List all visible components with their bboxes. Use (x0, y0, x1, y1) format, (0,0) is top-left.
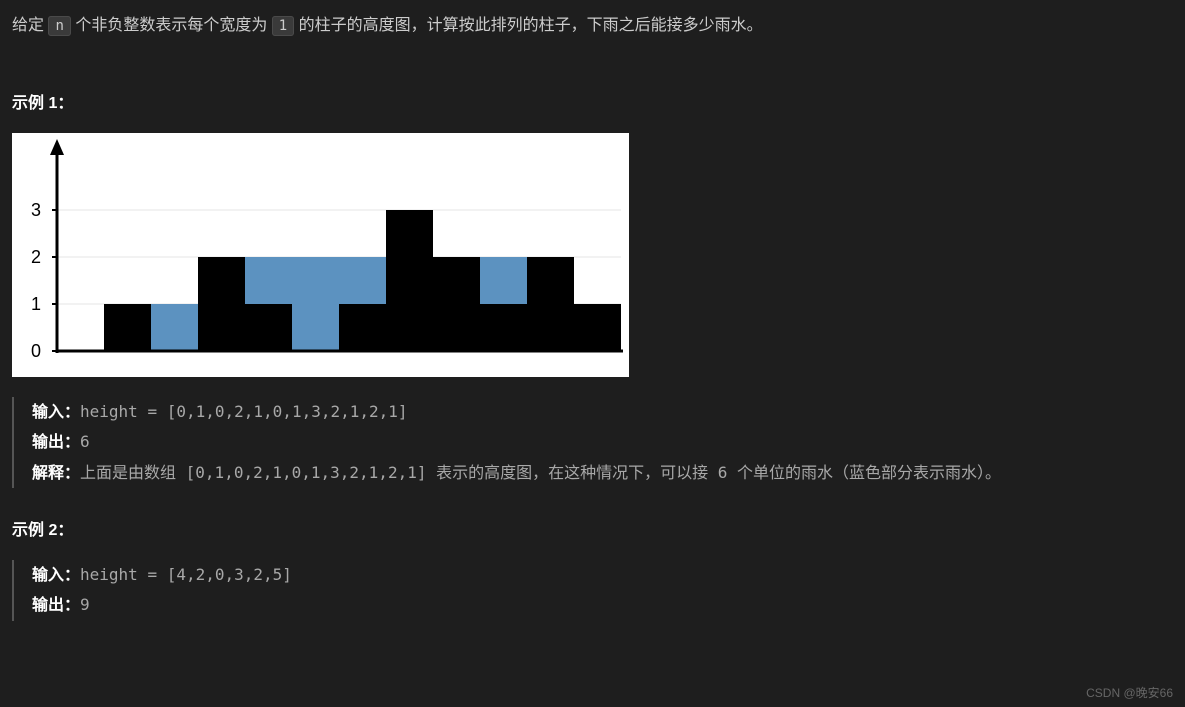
example-2: 示例 2： 输入：height = [4,2,0,3,2,5] 输出：9 (12, 516, 1173, 621)
rain-chart: 0 1 2 3 (12, 133, 629, 377)
bar-column (527, 257, 574, 351)
y-tick-label: 2 (31, 247, 41, 267)
output-value: 9 (80, 595, 90, 614)
y-tick-label: 3 (31, 200, 41, 220)
input-value: height = [0,1,0,2,1,0,1,3,2,1,2,1] (80, 402, 408, 421)
chart-svg: 0 1 2 3 (12, 133, 629, 377)
water-column (480, 257, 527, 304)
bar-column (574, 304, 621, 351)
bar-column (433, 257, 480, 351)
example-1-title: 示例 1： (12, 89, 1173, 113)
example-2-title: 示例 2： (12, 516, 1173, 540)
problem-description: 给定 n 个非负整数表示每个宽度为 1 的柱子的高度图，计算按此排列的柱子，下雨… (12, 12, 1173, 41)
input-value: height = [4,2,0,3,2,5] (80, 565, 292, 584)
water-column (339, 257, 386, 304)
watermark: CSDN @晚安66 (1086, 684, 1173, 701)
water-column (151, 304, 198, 351)
inline-code-n: n (48, 16, 70, 36)
bar-column (245, 304, 292, 351)
desc-text: 的柱子的高度图，计算按此排列的柱子，下雨之后能接多少雨水。 (294, 17, 762, 34)
bar-column (386, 210, 433, 351)
bar-column (104, 304, 151, 351)
example-1-box: 输入：height = [0,1,0,2,1,0,1,3,2,1,2,1] 输出… (12, 397, 1173, 488)
explain-value: 上面是由数组 [0,1,0,2,1,0,1,3,2,1,2,1] 表示的高度图，… (80, 463, 1001, 482)
example-1: 示例 1： 0 1 2 3 输入：height = [0,1,0,2,1,0,1,3,… (12, 89, 1173, 488)
inline-code-1: 1 (272, 16, 294, 36)
output-label: 输出： (32, 432, 80, 451)
bar-column (339, 304, 386, 351)
input-label: 输入： (32, 565, 80, 584)
input-label: 输入： (32, 402, 80, 421)
water-column (292, 257, 339, 351)
output-value: 6 (80, 432, 90, 451)
y-tick-label: 1 (31, 294, 41, 314)
output-label: 输出： (32, 595, 80, 614)
desc-text: 给定 (12, 17, 48, 34)
desc-text: 个非负整数表示每个宽度为 (71, 17, 272, 34)
example-2-box: 输入：height = [4,2,0,3,2,5] 输出：9 (12, 560, 1173, 621)
explain-label: 解释： (32, 463, 80, 482)
bar-column (480, 304, 527, 351)
water-column (245, 257, 292, 304)
bar-column (198, 257, 245, 351)
y-tick-label: 0 (31, 341, 41, 361)
